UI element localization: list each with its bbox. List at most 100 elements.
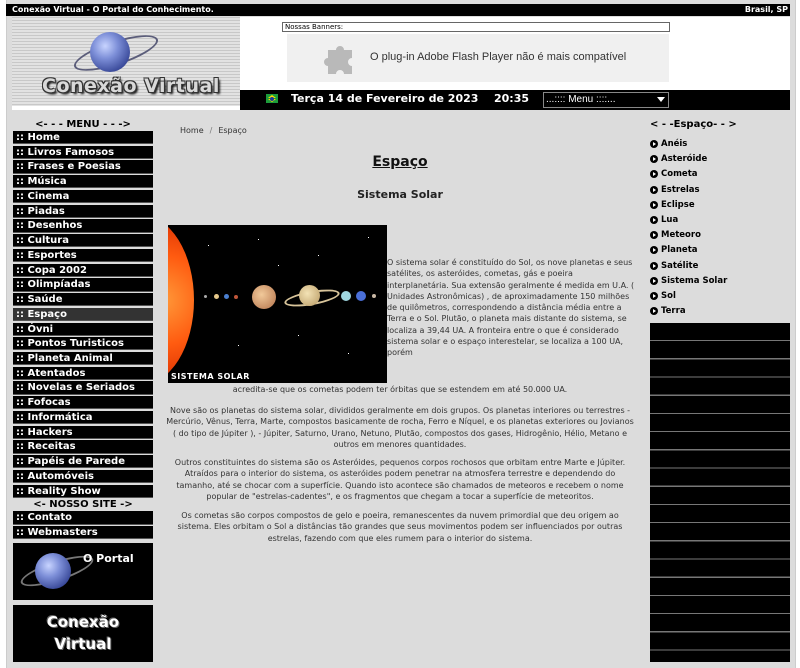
menu-item[interactable]: :: Novelas e Seriados xyxy=(13,381,153,395)
space-topic-link[interactable]: Anéis xyxy=(650,138,790,153)
chevron-down-icon xyxy=(657,97,665,102)
space-topic-label: Asteróide xyxy=(661,154,708,165)
arrow-bullet-icon xyxy=(650,200,658,209)
current-date: Terça 14 de Fevereiro de 2023 xyxy=(291,92,479,105)
menu-item[interactable]: :: Copa 2002 xyxy=(13,263,153,277)
header: Conexão Virtual Nossas Banners: O plug-i… xyxy=(12,17,790,110)
logo-text: Conexão Virtual xyxy=(42,75,220,97)
menu-item[interactable]: :: Desenhos xyxy=(13,219,153,233)
image-caption: SISTEMA SOLAR xyxy=(171,372,250,381)
planet-icon xyxy=(90,32,130,72)
space-topic-link[interactable]: Asteróide xyxy=(650,153,790,168)
space-topic-label: Planeta xyxy=(661,245,698,256)
menu-item[interactable]: :: Espaço xyxy=(13,307,153,321)
space-topic-link[interactable]: Estrelas xyxy=(650,184,790,199)
space-topic-label: Lua xyxy=(661,214,679,225)
space-topic-label: Anéis xyxy=(661,139,688,149)
right-menu-title: < - -Espaço- - > xyxy=(650,119,737,130)
menu-item[interactable]: :: Esportes xyxy=(13,248,153,263)
paragraph-2: Nove são os planetas do sistema solar, d… xyxy=(166,406,634,449)
space-topic-label: Cometa xyxy=(661,169,698,180)
space-topic-label: Sistema Solar xyxy=(661,275,728,286)
menu-item[interactable]: :: Hackers xyxy=(13,425,153,439)
menu-title: <- - - MENU - - -> xyxy=(35,119,131,130)
paragraph-3: Outros constituintes do sistema são os A… xyxy=(174,458,626,501)
space-topic-link[interactable]: Cometa xyxy=(650,168,790,183)
site-section-title: <- NOSSO SITE -> xyxy=(33,499,133,511)
menu-dropdown[interactable]: ...:::: Menu ::::... xyxy=(543,92,669,108)
portal-banner-text: O Portal xyxy=(83,552,134,565)
space-topic-label: Eclipse xyxy=(661,199,695,210)
arrow-bullet-icon xyxy=(650,155,658,164)
sun-illustration xyxy=(168,225,194,383)
menu-item[interactable]: :: Planeta Animal xyxy=(13,352,153,366)
portal-banner[interactable]: O Portal xyxy=(13,543,153,600)
space-topic-link[interactable]: Planeta xyxy=(650,244,790,259)
menu-item[interactable]: :: Olimpíadas xyxy=(13,278,153,292)
date-bar: Terça 14 de Fevereiro de 2023 20:35 ...:… xyxy=(240,90,790,110)
right-menu: Anéis Asteróide Cometa Estrelas Eclipse Lua Me… xyxy=(650,138,790,320)
menu-item[interactable]: :: Fofocas xyxy=(13,396,153,410)
site-menu-item[interactable]: :: Contato xyxy=(13,511,153,525)
space-topic-link[interactable]: Meteoro xyxy=(650,229,790,244)
space-topic-label: Estrelas xyxy=(661,184,700,195)
menu-item[interactable]: :: Informática xyxy=(13,410,153,425)
space-topic-link[interactable]: Lua xyxy=(650,214,790,229)
space-topic-link[interactable]: Sistema Solar xyxy=(650,275,790,290)
arrow-bullet-icon xyxy=(650,140,658,148)
menu-item[interactable]: :: Automóveis xyxy=(13,469,153,484)
arrow-bullet-icon xyxy=(650,261,658,270)
site-logo[interactable]: Conexão Virtual xyxy=(12,17,240,106)
flash-message: O plug-in Adobe Flash Player não é mais … xyxy=(370,51,627,63)
paragraph-4: Os cometas são corpos compostos de gelo … xyxy=(177,511,623,543)
space-topic-link[interactable]: Sol xyxy=(650,290,790,305)
menu-item[interactable]: :: Piadas xyxy=(13,204,153,218)
arrow-bullet-icon xyxy=(650,276,658,285)
breadcrumb-separator: / xyxy=(209,126,213,135)
menu-item[interactable]: :: Receitas xyxy=(13,440,153,454)
banner-line-2: Virtual xyxy=(54,635,112,653)
menu-dropdown-value: ...:::: Menu ::::... xyxy=(546,94,616,105)
menu-item[interactable]: :: Saúde xyxy=(13,293,153,307)
menu-item[interactable]: :: Música xyxy=(13,175,153,189)
menu-item[interactable]: :: Livros Famosos xyxy=(13,145,153,159)
breadcrumb-home[interactable]: Home xyxy=(180,126,204,135)
flash-plugin-placeholder: O plug-in Adobe Flash Player não é mais … xyxy=(287,34,669,82)
breadcrumb-current: Espaço xyxy=(218,126,247,135)
arrow-bullet-icon xyxy=(650,246,658,255)
section-subtitle: Sistema Solar xyxy=(357,188,443,201)
menu-item[interactable]: :: Home xyxy=(13,131,153,145)
menu-item[interactable]: :: Pontos Turisticos xyxy=(13,337,153,351)
top-bar: Conexão Virtual - O Portal do Conhecimen… xyxy=(6,4,790,16)
space-topic-label: Terra xyxy=(661,306,686,317)
site-menu-item[interactable]: :: Webmasters xyxy=(13,526,153,540)
paragraph-1-continued: acredita-se que os cometas podem ter órb… xyxy=(232,385,568,394)
space-topic-link[interactable]: Satélite xyxy=(650,260,790,275)
banners-label: Nossas Banners: xyxy=(282,22,670,32)
left-menu: <- - - MENU - - -> :: Home:: Livros Famo… xyxy=(13,119,153,541)
space-topic-label: Sol xyxy=(661,290,676,301)
solar-system-image: SISTEMA SOLAR xyxy=(168,225,387,383)
arrow-bullet-icon xyxy=(650,215,658,224)
paragraph-1: O sistema solar é constituído do Sol, os… xyxy=(387,258,635,358)
conexao-banner[interactable]: Conexão Virtual xyxy=(13,605,153,662)
page-title: Espaço xyxy=(372,154,428,170)
arrow-bullet-icon xyxy=(650,185,658,194)
menu-item[interactable]: :: Papéis de Parede xyxy=(13,455,153,469)
space-topic-link[interactable]: Terra xyxy=(650,305,790,320)
space-topic-link[interactable]: Eclipse xyxy=(650,199,790,214)
brazil-flag-icon xyxy=(266,94,278,103)
menu-item[interactable]: :: Óvni xyxy=(13,322,153,336)
arrow-bullet-icon xyxy=(650,170,658,179)
space-topic-label: Meteoro xyxy=(661,230,701,241)
location-text: Brasil, SP xyxy=(744,5,788,14)
menu-item[interactable]: :: Frases e Poesias xyxy=(13,160,153,174)
menu-item[interactable]: :: Reality Show xyxy=(13,484,153,498)
right-ad-area xyxy=(650,323,790,662)
arrow-bullet-icon xyxy=(650,291,658,300)
menu-item[interactable]: :: Cultura xyxy=(13,234,153,248)
arrow-bullet-icon xyxy=(650,307,658,316)
menu-item[interactable]: :: Atentados xyxy=(13,366,153,380)
arrow-bullet-icon xyxy=(650,231,658,240)
menu-item[interactable]: :: Cinema xyxy=(13,189,153,204)
